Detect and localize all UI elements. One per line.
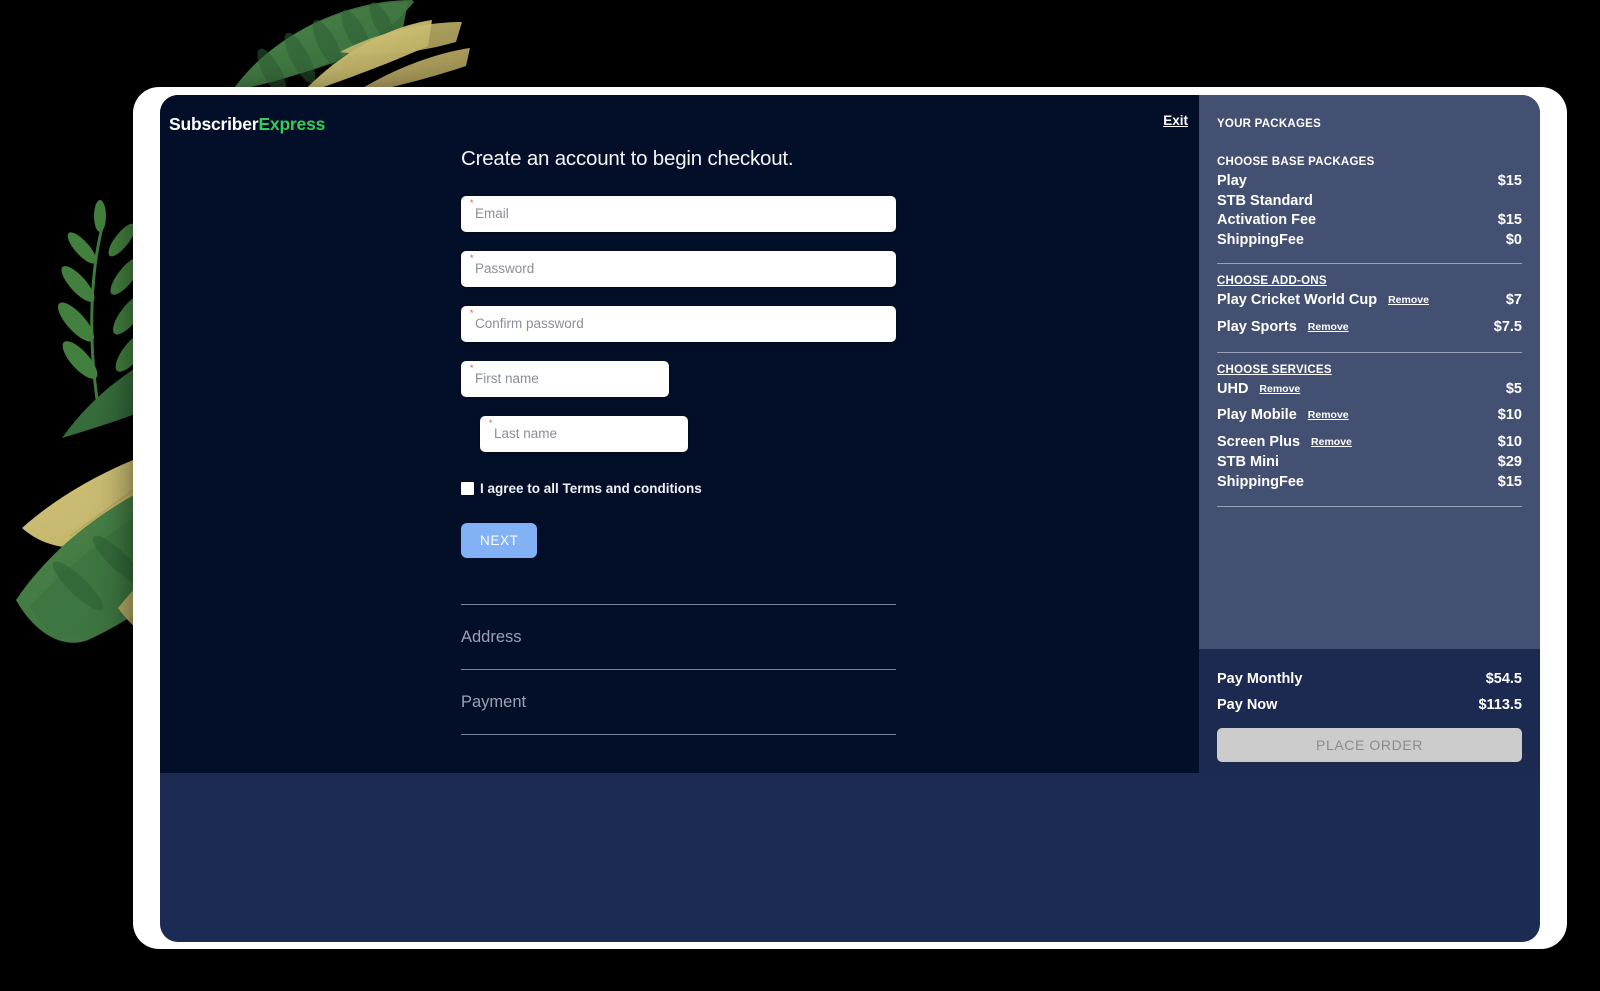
page-root: SubscriberExpress Exit Create an account… xyxy=(0,0,1600,991)
sidebar-divider xyxy=(1217,505,1522,507)
section-base-packages: CHOOSE BASE PACKAGES Play $15 STB Standa… xyxy=(1217,156,1522,250)
terms-checkbox[interactable] xyxy=(461,482,474,495)
exit-link[interactable]: Exit xyxy=(1163,113,1188,128)
package-name: ShippingFee xyxy=(1217,231,1304,248)
last-name-field[interactable]: * Last name xyxy=(480,416,688,452)
package-row: ShippingFee $15 xyxy=(1217,473,1522,493)
password-placeholder: Password xyxy=(475,261,535,276)
package-name: UHD xyxy=(1217,380,1249,397)
package-price: $10 xyxy=(1497,407,1522,424)
page-title: Create an account to begin checkout. xyxy=(461,147,794,170)
brand-part-2: Express xyxy=(258,114,326,134)
section-add-ons: CHOOSE ADD-ONS Play Cricket World Cup Re… xyxy=(1217,275,1522,338)
sidebar-divider xyxy=(1217,351,1522,353)
package-row: Play $15 xyxy=(1217,172,1522,192)
sidebar-title: YOUR PACKAGES xyxy=(1217,118,1321,130)
sidebar-footer: Pay Monthly $54.5 Pay Now $113.5 PLACE O… xyxy=(1199,649,1540,773)
required-asterisk-icon: * xyxy=(470,253,474,263)
package-name: STB Mini xyxy=(1217,454,1280,471)
name-row: * First name * Last name xyxy=(461,361,896,471)
device-screen: SubscriberExpress Exit Create an account… xyxy=(160,95,1540,942)
package-name: ShippingFee xyxy=(1217,473,1304,490)
package-name: Play Sports xyxy=(1217,318,1297,335)
package-name: Play Mobile xyxy=(1217,407,1297,424)
package-price: $7 xyxy=(1505,292,1522,309)
package-name: Screen Plus xyxy=(1217,433,1301,450)
total-label: Pay Monthly xyxy=(1217,671,1303,687)
package-row: STB Mini $29 xyxy=(1217,453,1522,473)
package-name: Play xyxy=(1217,173,1247,189)
package-row: UHD Remove $5 xyxy=(1217,380,1522,401)
accordion-address-label[interactable]: Address xyxy=(461,605,896,669)
remove-link[interactable]: Remove xyxy=(1308,406,1349,426)
package-name: Activation Fee xyxy=(1217,212,1317,229)
remove-link[interactable]: Remove xyxy=(1259,380,1300,400)
sidebar-body: YOUR PACKAGES CHOOSE BASE PACKAGES Play … xyxy=(1199,95,1540,507)
required-asterisk-icon: * xyxy=(470,308,474,318)
package-name: Play Cricket World Cup xyxy=(1217,292,1378,309)
package-price: $29 xyxy=(1497,454,1522,471)
accordion-address: Address xyxy=(461,604,896,669)
remove-link[interactable]: Remove xyxy=(1388,291,1429,311)
package-row: Play Cricket World Cup Remove $7 xyxy=(1217,291,1522,312)
package-price: $15 xyxy=(1497,473,1522,490)
confirm-password-field[interactable]: * Confirm password xyxy=(461,306,896,342)
package-row: Activation Fee $15 xyxy=(1217,211,1522,231)
required-asterisk-icon: * xyxy=(470,363,474,373)
package-row: Play Sports Remove $7.5 xyxy=(1217,318,1522,339)
first-name-placeholder: First name xyxy=(475,371,539,386)
order-summary-sidebar: YOUR PACKAGES CHOOSE BASE PACKAGES Play … xyxy=(1199,95,1540,773)
first-name-field[interactable]: * First name xyxy=(461,361,669,397)
required-asterisk-icon: * xyxy=(470,198,474,208)
total-amount: $54.5 xyxy=(1485,671,1522,687)
package-price: $5 xyxy=(1505,380,1522,397)
accordion-payment-label[interactable]: Payment xyxy=(461,670,896,734)
email-field[interactable]: * Email xyxy=(461,196,896,232)
total-row-monthly: Pay Monthly $54.5 xyxy=(1217,666,1522,692)
section-heading: CHOOSE BASE PACKAGES xyxy=(1217,156,1375,168)
checkout-app: SubscriberExpress Exit Create an account… xyxy=(160,95,1540,773)
terms-row: I agree to all Terms and conditions xyxy=(461,481,896,496)
package-row: STB Standard xyxy=(1217,192,1522,212)
main-pane: SubscriberExpress Exit Create an account… xyxy=(160,95,1199,773)
next-button[interactable]: NEXT xyxy=(461,523,538,558)
email-placeholder: Email xyxy=(475,206,509,221)
brand-part-1: Subscriber xyxy=(169,114,259,134)
brand-logo: SubscriberExpress xyxy=(169,114,325,135)
last-name-placeholder: Last name xyxy=(494,426,558,441)
package-name: STB Standard xyxy=(1217,192,1313,209)
section-heading: CHOOSE SERVICES xyxy=(1217,363,1332,376)
package-row: Screen Plus Remove $10 xyxy=(1217,433,1522,454)
required-asterisk-icon: * xyxy=(489,418,493,428)
divider xyxy=(461,734,896,735)
package-price: $7.5 xyxy=(1493,318,1522,335)
remove-link[interactable]: Remove xyxy=(1311,433,1352,453)
place-order-button[interactable]: PLACE ORDER xyxy=(1217,728,1522,762)
package-price: $10 xyxy=(1497,433,1522,450)
sidebar-divider xyxy=(1217,263,1522,265)
package-price: $15 xyxy=(1497,212,1522,229)
section-heading: CHOOSE ADD-ONS xyxy=(1217,275,1327,288)
package-price: $0 xyxy=(1505,231,1522,248)
signup-form: Create an account to begin checkout. * E… xyxy=(461,147,896,735)
confirm-password-placeholder: Confirm password xyxy=(475,316,584,331)
section-services: CHOOSE SERVICES UHD Remove $5 Play Mobil… xyxy=(1217,364,1522,493)
package-row: ShippingFee $0 xyxy=(1217,231,1522,251)
remove-link[interactable]: Remove xyxy=(1308,318,1349,338)
package-row: Play Mobile Remove $10 xyxy=(1217,406,1522,427)
total-row-now: Pay Now $113.5 xyxy=(1217,692,1522,718)
package-price: $15 xyxy=(1497,173,1522,189)
password-field[interactable]: * Password xyxy=(461,251,896,287)
accordion-payment: Payment xyxy=(461,669,896,735)
total-amount: $113.5 xyxy=(1478,697,1522,713)
terms-label: I agree to all Terms and conditions xyxy=(480,481,702,496)
total-label: Pay Now xyxy=(1217,697,1278,713)
